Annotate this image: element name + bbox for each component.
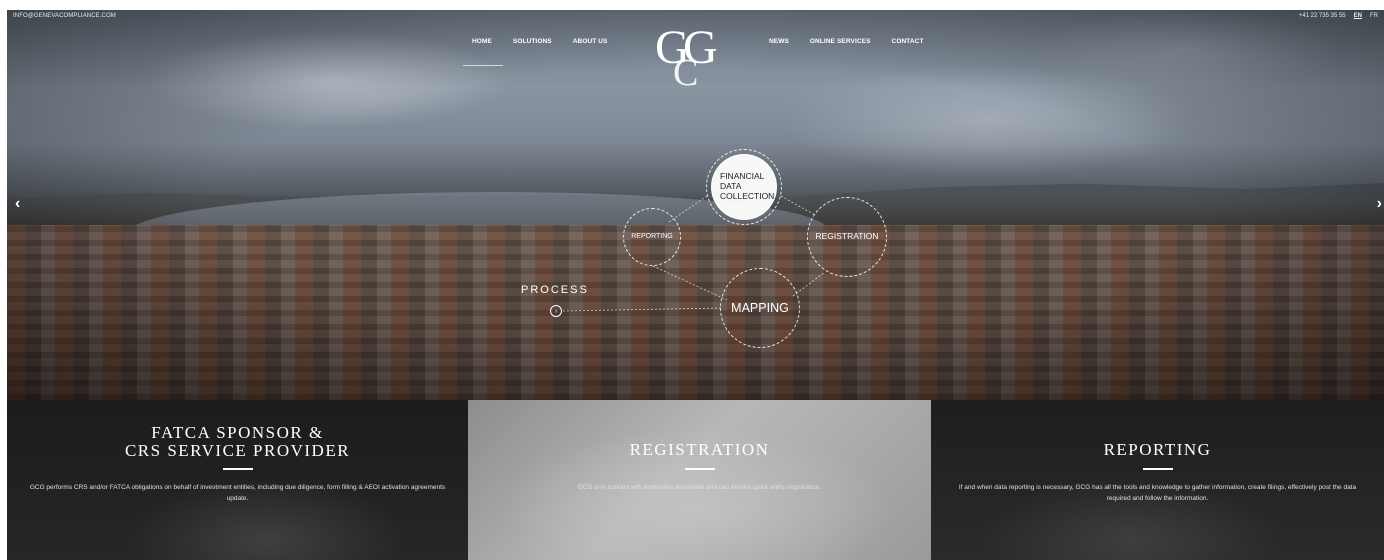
process-step-reporting[interactable]: REPORTING [623,208,681,266]
reporting-step-label: REPORTING [631,232,673,240]
registration-step-label: REGISTRATION [815,231,879,242]
hero-banner: INFO@GENEVACOMPLIANCE.COM +41 22 735 35 … [7,10,1384,400]
panel-title: REPORTING [1103,440,1212,459]
panel-divider [1142,468,1173,470]
panel-description: GCG performs CRS and/or FATCA obligation… [29,484,446,503]
process-step-financial-data[interactable]: FINANCIAL DATA COLLECTION [706,149,782,225]
panel-description: GCG is in contact with authorities world… [577,484,822,491]
panel-divider [684,468,715,470]
financial-data-label: FINANCIAL DATA COLLECTION [720,171,775,201]
process-step-mapping[interactable]: MAPPING [720,268,800,348]
panel-divider [222,468,253,470]
panel-title: REGISTRATION [629,440,770,459]
service-panels: FATCA SPONSOR & CRS SERVICE PROVIDER GCG… [7,400,1384,560]
panel-description: If and when data reporting is necessary,… [958,484,1357,503]
panel-fatca-sponsor[interactable]: FATCA SPONSOR & CRS SERVICE PROVIDER GCG… [7,400,468,560]
panel-title: FATCA SPONSOR & CRS SERVICE PROVIDER [124,423,351,460]
process-heading: PROCESS [521,284,589,296]
chevron-right-circle-icon[interactable]: › [550,305,562,317]
process-step-registration[interactable]: REGISTRATION [807,197,887,277]
process-diagram-connectors [562,195,826,312]
panel-reporting[interactable]: REPORTING If and when data reporting is … [931,400,1384,560]
mapping-step-label: MAPPING [731,300,789,315]
panel-registration[interactable]: REGISTRATION GCG is in contact with auth… [468,400,931,560]
